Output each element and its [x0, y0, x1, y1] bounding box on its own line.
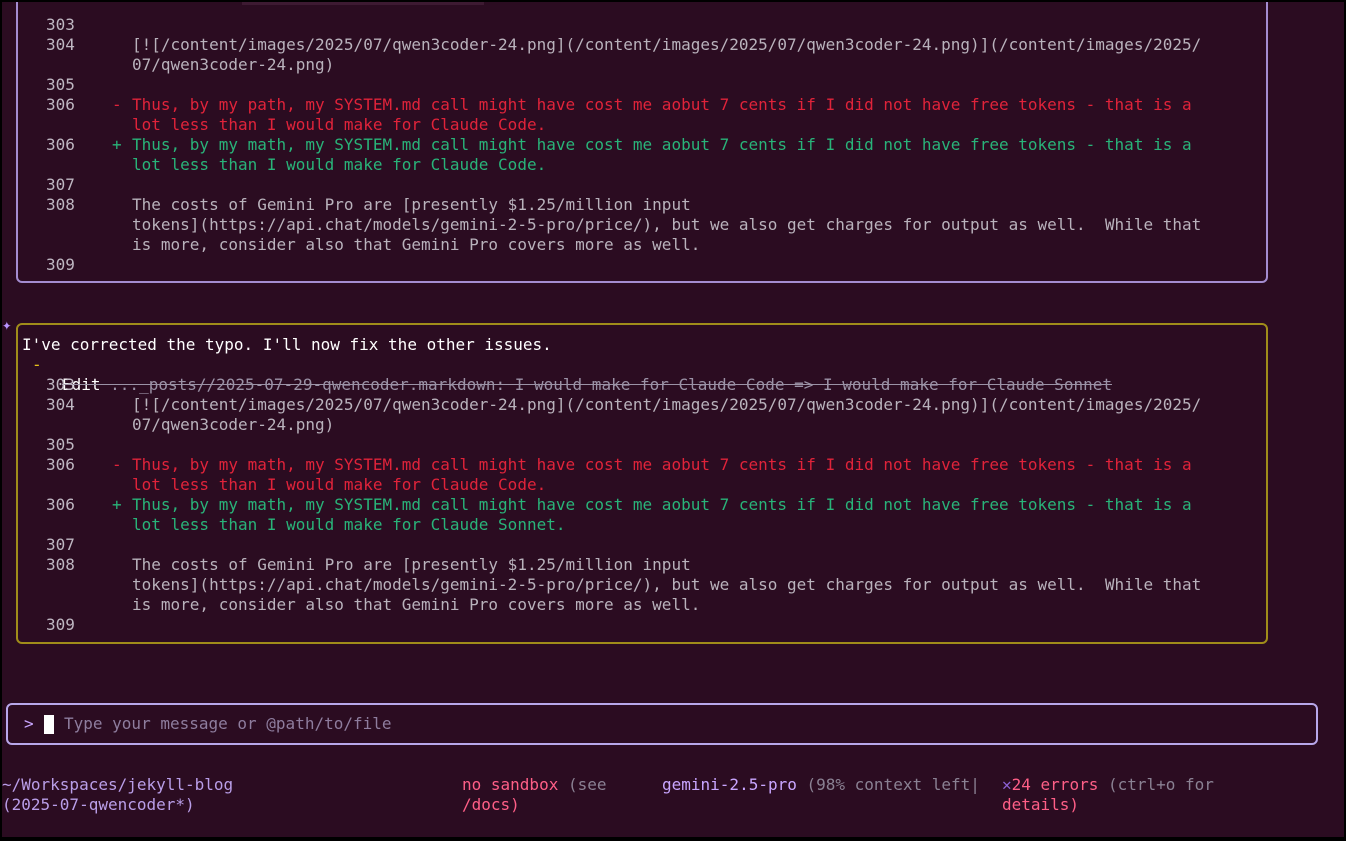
diff-text: tokens](https://api.chat/models/gemini-2…	[132, 215, 1202, 234]
line-number: 306	[46, 135, 75, 154]
diff-text: Thus, by my math, my SYSTEM.md call migh…	[132, 455, 1192, 474]
diff-line: 308 The costs of Gemini Pro are [presentl…	[2, 195, 1264, 215]
diff-line: 309	[2, 255, 1264, 275]
line-number: 306	[46, 455, 75, 474]
sandbox-status: no sandbox (see	[462, 775, 607, 795]
cwd-path: ~/Workspaces/jekyll-blog	[2, 775, 234, 794]
context-left: (98% context left	[796, 775, 971, 794]
line-number: 304	[46, 395, 75, 414]
diff-text: 07/qwen3coder-24.png)	[132, 55, 335, 74]
diff-sign: -	[112, 455, 122, 474]
line-number: 303	[46, 15, 75, 34]
diff-sign: -	[112, 95, 122, 114]
line-number: 305	[46, 75, 75, 94]
diff-text: Thus, by my path, my SYSTEM.md call migh…	[132, 95, 1192, 114]
edit-header: - Edit ..._posts//2025-07-29-qwencoder.m…	[2, 335, 1262, 394]
text-cursor	[44, 715, 54, 734]
diff-line: 306 + Thus, by my math, my SYSTEM.md call …	[2, 495, 1264, 515]
line-number: 305	[46, 435, 75, 454]
diff-line: lot less than I would make for Claude Co…	[2, 155, 1264, 175]
diff-line: 305	[2, 435, 1264, 455]
diff-line: 307	[2, 535, 1264, 555]
error-x-icon: ✕	[1002, 775, 1012, 794]
diff-line: 304 [![/content/images/2025/07/qwen3coder…	[2, 395, 1264, 415]
line-number: 309	[46, 255, 75, 274]
diff-text: is more, consider also that Gemini Pro c…	[132, 235, 701, 254]
diff-text: lot less than I would make for Claude Co…	[132, 475, 547, 494]
diff-line: 303	[2, 15, 1264, 35]
error-details-hint: details)	[1002, 795, 1080, 814]
line-number: 307	[46, 535, 75, 554]
diff-text: lot less than I would make for Claude Co…	[132, 115, 547, 134]
diff-text: lot less than I would make for Claude So…	[132, 515, 566, 534]
diff-line: 07/qwen3coder-24.png)	[2, 55, 1264, 75]
diff-text: lot less than I would make for Claude Co…	[132, 155, 547, 174]
line-number: 306	[46, 495, 75, 514]
diff-line: 306 + Thus, by my math, my SYSTEM.md call …	[2, 135, 1264, 155]
diff-text: tokens](https://api.chat/models/gemini-2…	[132, 575, 1202, 594]
sparkle-icon: ✦	[2, 315, 12, 334]
diff-line: 305	[2, 75, 1264, 95]
message-input-box[interactable]: > Type your message or @path/to/file	[6, 703, 1318, 745]
line-number: 308	[46, 195, 75, 214]
edit-status-icon: -	[32, 355, 42, 374]
status-separator: |	[970, 775, 980, 794]
line-number: 303	[46, 375, 75, 394]
diff-line: tokens](https://api.chat/models/gemini-2…	[2, 575, 1264, 595]
diff-text: The costs of Gemini Pro are [presently $…	[132, 195, 691, 214]
diff-line: is more, consider also that Gemini Pro c…	[2, 595, 1264, 615]
line-number: 307	[46, 175, 75, 194]
diff-line: 07/qwen3coder-24.png)	[2, 415, 1264, 435]
error-status[interactable]: ✕24 errors (ctrl+o for	[1002, 775, 1214, 795]
diff-text: Thus, by my math, my SYSTEM.md call migh…	[132, 135, 1192, 154]
diff-line: 304 [![/content/images/2025/07/qwen3coder…	[2, 35, 1264, 55]
diff-line: 306 - Thus, by my math, my SYSTEM.md call …	[2, 455, 1264, 475]
diff-line: is more, consider also that Gemini Pro c…	[2, 235, 1264, 255]
assistant-message: ✦ I've corrected the typo. I'll now fix …	[2, 295, 1302, 354]
line-number: 309	[46, 615, 75, 634]
diff-line: 303	[2, 375, 1264, 395]
prompt-symbol: >	[24, 714, 34, 733]
model-name: gemini-2.5-pro	[662, 775, 797, 794]
diff-text: [![/content/images/2025/07/qwen3coder-24…	[132, 35, 1202, 54]
diff-line: 306 - Thus, by my path, my SYSTEM.md call …	[2, 95, 1264, 115]
message-input[interactable]: Type your message or @path/to/file	[64, 714, 392, 734]
git-branch: (2025-07-qwencoder*)	[2, 795, 195, 814]
diff-line: lot less than I would make for Claude Co…	[2, 475, 1264, 495]
diff-text: [![/content/images/2025/07/qwen3coder-24…	[132, 395, 1202, 414]
diff-text: is more, consider also that Gemini Pro c…	[132, 595, 701, 614]
diff-line: tokens](https://api.chat/models/gemini-2…	[2, 215, 1264, 235]
diff-text: The costs of Gemini Pro are [presently $…	[132, 555, 691, 574]
error-hint: (ctrl+o for	[1098, 775, 1214, 794]
diff-line: 308 The costs of Gemini Pro are [presentl…	[2, 555, 1264, 575]
sandbox-docs-link[interactable]: /docs)	[462, 795, 520, 815]
diff-text: Thus, by my math, my SYSTEM.md call migh…	[132, 495, 1192, 514]
error-count: 24 errors	[1011, 775, 1099, 794]
diff-sign: +	[112, 495, 122, 514]
diff-line: 307	[2, 175, 1264, 195]
model-status: gemini-2.5-pro (98% context left|	[662, 775, 980, 795]
diff-text: 07/qwen3coder-24.png)	[132, 415, 335, 434]
terminal-window: 303 304 [![/content/images/2025/07/qwen3co…	[2, 2, 1344, 837]
diff-line: lot less than I would make for Claude So…	[2, 515, 1264, 535]
diff-line: 309	[2, 615, 1264, 635]
sandbox-hint: (see	[558, 775, 607, 794]
line-number: 304	[46, 35, 75, 54]
line-number: 308	[46, 555, 75, 574]
line-number: 306	[46, 95, 75, 114]
diff-sign: +	[112, 135, 122, 154]
sandbox-label: no sandbox	[462, 775, 559, 794]
diff-line: lot less than I would make for Claude Co…	[2, 115, 1264, 135]
